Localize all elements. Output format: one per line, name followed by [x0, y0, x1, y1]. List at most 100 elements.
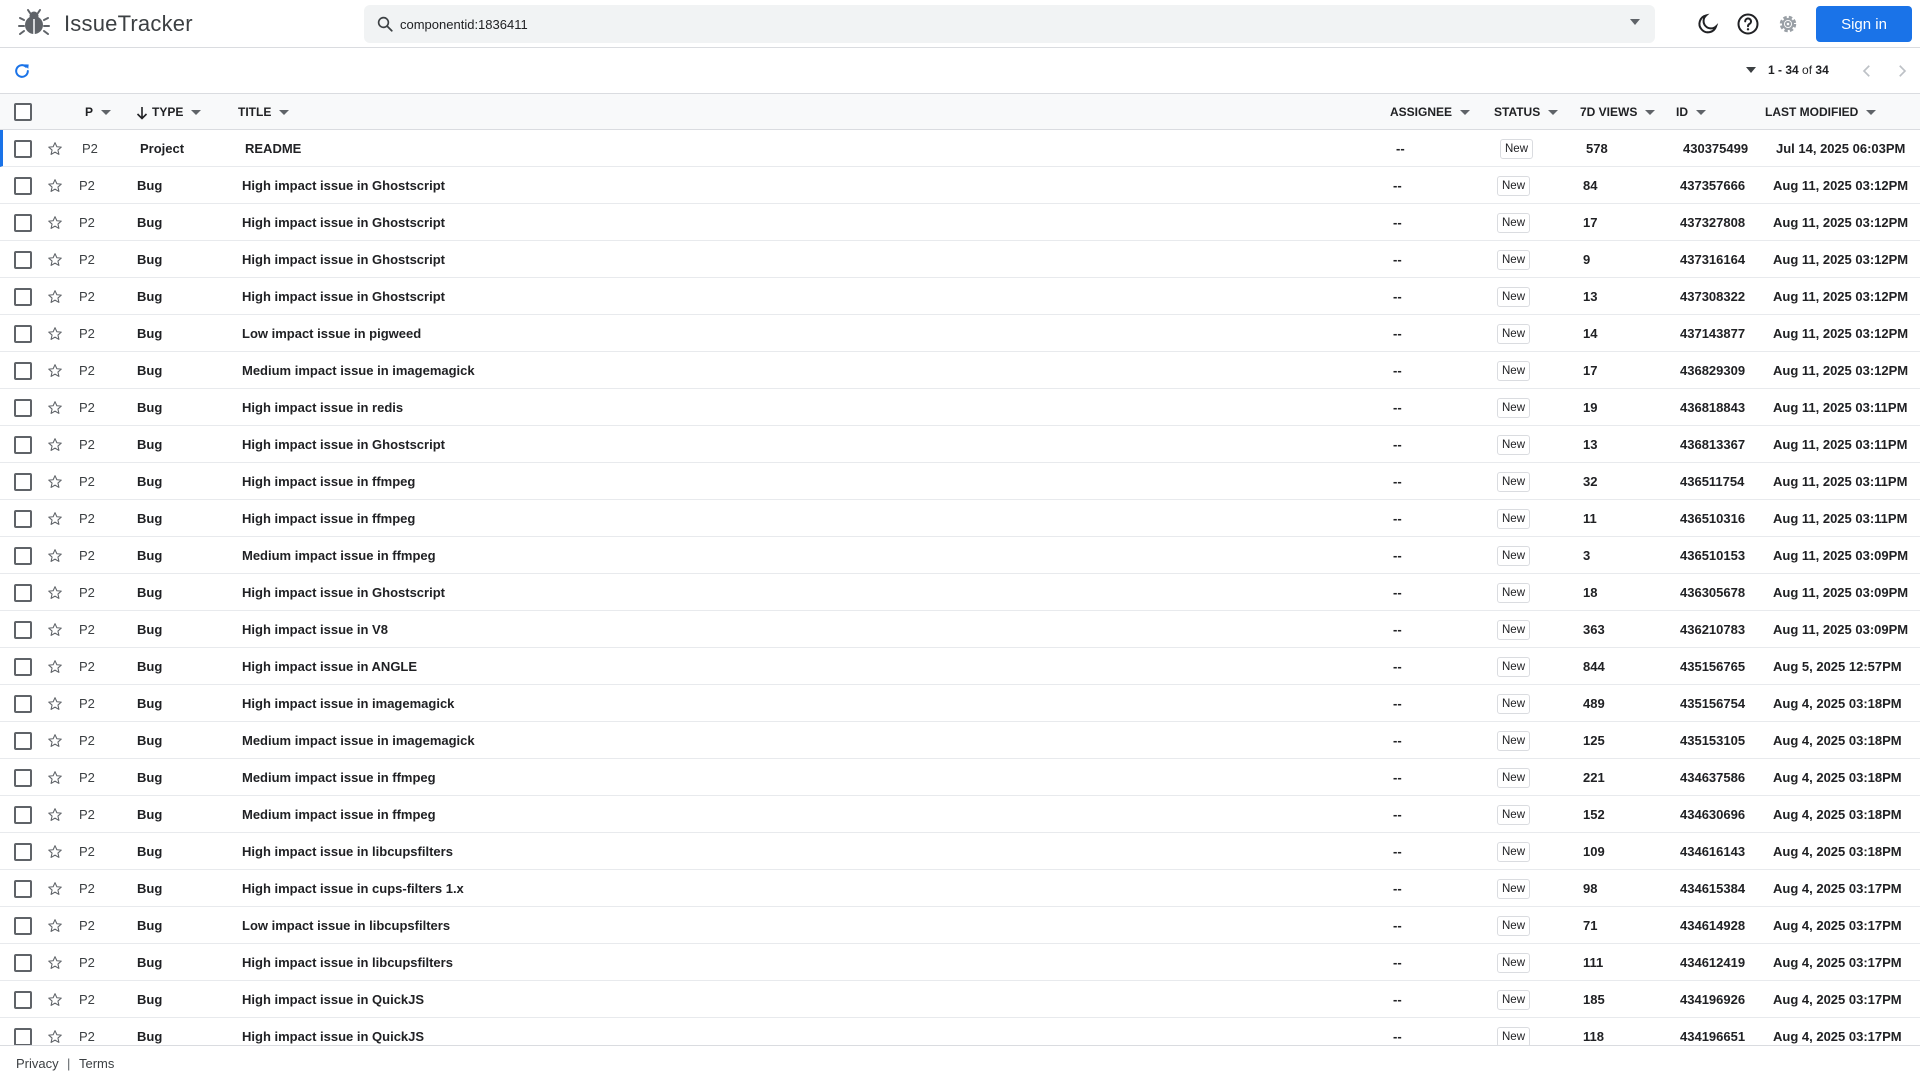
row-checkbox[interactable]	[14, 547, 32, 565]
table-row[interactable]: P2 Bug High impact issue in ffmpeg -- New 32 4…	[0, 463, 1920, 500]
table-row[interactable]: P2 Bug High impact issue in imagemagick -- N…	[0, 685, 1920, 722]
issue-title-link[interactable]: Medium impact issue in ffmpeg	[242, 537, 436, 574]
table-row[interactable]: P2 Bug Medium impact issue in imagemagick -…	[0, 722, 1920, 759]
bug-icon[interactable]	[18, 8, 50, 40]
issue-title-link[interactable]: High impact issue in ffmpeg	[242, 500, 415, 537]
table-row[interactable]: P2 Bug High impact issue in ffmpeg -- New 11 4…	[0, 500, 1920, 537]
table-row[interactable]: P2 Bug High impact issue in Ghostscript -- N…	[0, 241, 1920, 278]
star-outline-icon[interactable]	[47, 400, 63, 416]
row-checkbox[interactable]	[14, 140, 32, 158]
column-header-type[interactable]: TYPE	[136, 94, 202, 130]
row-checkbox[interactable]	[14, 251, 32, 269]
star-outline-icon[interactable]	[47, 992, 63, 1008]
row-checkbox[interactable]	[14, 880, 32, 898]
table-row[interactable]: P2 Bug High impact issue in Ghostscript -- N…	[0, 426, 1920, 463]
table-row[interactable]: P2 Bug High impact issue in libcupsfilters…	[0, 944, 1920, 981]
star-outline-icon[interactable]	[47, 733, 63, 749]
star-outline-icon[interactable]	[47, 326, 63, 342]
column-header-priority[interactable]: P	[85, 94, 112, 130]
row-checkbox[interactable]	[14, 214, 32, 232]
table-row[interactable]: P2 Bug High impact issue in Ghostscript -- N…	[0, 167, 1920, 204]
table-row[interactable]: P2 Bug High impact issue in QuickJS -- New 18…	[0, 981, 1920, 1018]
next-page-icon[interactable]	[1893, 62, 1911, 80]
issue-title-link[interactable]: High impact issue in libcupsfilters	[242, 944, 453, 981]
issue-title-link[interactable]: High impact issue in redis	[242, 389, 403, 426]
issue-title-link[interactable]: High impact issue in cups-filters 1.x	[242, 870, 464, 907]
star-outline-icon[interactable]	[47, 252, 63, 268]
table-row[interactable]: P2 Bug High impact issue in Ghostscript -- N…	[0, 278, 1920, 315]
issue-title-link[interactable]: High impact issue in Ghostscript	[242, 426, 445, 463]
issue-title-link[interactable]: High impact issue in ANGLE	[242, 648, 417, 685]
issue-title-link[interactable]: README	[245, 130, 301, 167]
row-checkbox[interactable]	[14, 288, 32, 306]
app-title[interactable]: IssueTracker	[64, 11, 193, 37]
row-checkbox[interactable]	[14, 954, 32, 972]
sign-in-button[interactable]: Sign in	[1816, 6, 1912, 42]
star-outline-icon[interactable]	[47, 881, 63, 897]
row-checkbox[interactable]	[14, 584, 32, 602]
issue-title-link[interactable]: Low impact issue in pigweed	[242, 315, 421, 352]
row-checkbox[interactable]	[14, 362, 32, 380]
issue-title-link[interactable]: High impact issue in Ghostscript	[242, 574, 445, 611]
row-checkbox[interactable]	[14, 510, 32, 528]
issue-title-link[interactable]: Medium impact issue in ffmpeg	[242, 796, 436, 833]
privacy-link[interactable]: Privacy	[16, 1056, 59, 1071]
table-row[interactable]: P2 Bug Medium impact issue in ffmpeg -- New 3…	[0, 537, 1920, 574]
select-all-checkbox[interactable]	[14, 103, 32, 121]
star-outline-icon[interactable]	[47, 289, 63, 305]
table-row[interactable]: P2 Bug High impact issue in libcupsfilters…	[0, 833, 1920, 870]
row-checkbox[interactable]	[14, 991, 32, 1009]
table-row[interactable]: P2 Bug Low impact issue in libcupsfilters -…	[0, 907, 1920, 944]
star-outline-icon[interactable]	[47, 363, 63, 379]
issue-title-link[interactable]: High impact issue in V8	[242, 611, 388, 648]
table-row[interactable]: P2 Bug Medium impact issue in imagemagick -…	[0, 352, 1920, 389]
help-icon[interactable]	[1736, 12, 1760, 36]
table-row[interactable]: P2 Bug High impact issue in Ghostscript -- N…	[0, 574, 1920, 611]
issue-title-link[interactable]: High impact issue in imagemagick	[242, 685, 454, 722]
refresh-icon[interactable]	[12, 61, 32, 81]
search-bar[interactable]	[364, 5, 1655, 43]
star-outline-icon[interactable]	[47, 215, 63, 231]
issue-title-link[interactable]: High impact issue in QuickJS	[242, 1018, 424, 1045]
row-checkbox[interactable]	[14, 843, 32, 861]
star-outline-icon[interactable]	[47, 696, 63, 712]
star-outline-icon[interactable]	[47, 548, 63, 564]
column-header-title[interactable]: TITLE	[238, 94, 290, 130]
column-header-assignee[interactable]: ASSIGNEE	[1390, 94, 1471, 130]
star-outline-icon[interactable]	[47, 437, 63, 453]
row-checkbox[interactable]	[14, 917, 32, 935]
issue-title-link[interactable]: Medium impact issue in ffmpeg	[242, 759, 436, 796]
star-outline-icon[interactable]	[47, 141, 63, 157]
star-outline-icon[interactable]	[47, 585, 63, 601]
row-checkbox[interactable]	[14, 732, 32, 750]
issue-title-link[interactable]: High impact issue in ffmpeg	[242, 463, 415, 500]
row-checkbox[interactable]	[14, 806, 32, 824]
star-outline-icon[interactable]	[47, 1029, 63, 1045]
previous-page-icon[interactable]	[1858, 62, 1876, 80]
issue-title-link[interactable]: High impact issue in Ghostscript	[242, 167, 445, 204]
table-row[interactable]: P2 Bug High impact issue in ANGLE -- New 844 4…	[0, 648, 1920, 685]
row-checkbox[interactable]	[14, 399, 32, 417]
page-size-dropdown-icon[interactable]	[1746, 67, 1756, 73]
table-row[interactable]: P2 Project README -- New 578 430375499 Jul 14, …	[0, 130, 1920, 167]
table-row[interactable]: P2 Bug Medium impact issue in ffmpeg -- New 1…	[0, 796, 1920, 833]
column-header-last-modified[interactable]: LAST MODIFIED	[1765, 94, 1877, 130]
star-outline-icon[interactable]	[47, 844, 63, 860]
row-checkbox[interactable]	[14, 177, 32, 195]
gear-icon[interactable]	[1776, 12, 1800, 36]
row-checkbox[interactable]	[14, 658, 32, 676]
row-checkbox[interactable]	[14, 769, 32, 787]
issue-title-link[interactable]: Medium impact issue in imagemagick	[242, 352, 475, 389]
search-options-dropdown-icon[interactable]	[1629, 18, 1641, 26]
row-checkbox[interactable]	[14, 325, 32, 343]
issue-title-link[interactable]: High impact issue in Ghostscript	[242, 204, 445, 241]
star-outline-icon[interactable]	[47, 918, 63, 934]
issue-title-link[interactable]: High impact issue in Ghostscript	[242, 278, 445, 315]
star-outline-icon[interactable]	[47, 659, 63, 675]
star-outline-icon[interactable]	[47, 955, 63, 971]
star-outline-icon[interactable]	[47, 622, 63, 638]
row-checkbox[interactable]	[14, 1028, 32, 1045]
issue-title-link[interactable]: High impact issue in QuickJS	[242, 981, 424, 1018]
issue-title-link[interactable]: Medium impact issue in imagemagick	[242, 722, 475, 759]
row-checkbox[interactable]	[14, 473, 32, 491]
